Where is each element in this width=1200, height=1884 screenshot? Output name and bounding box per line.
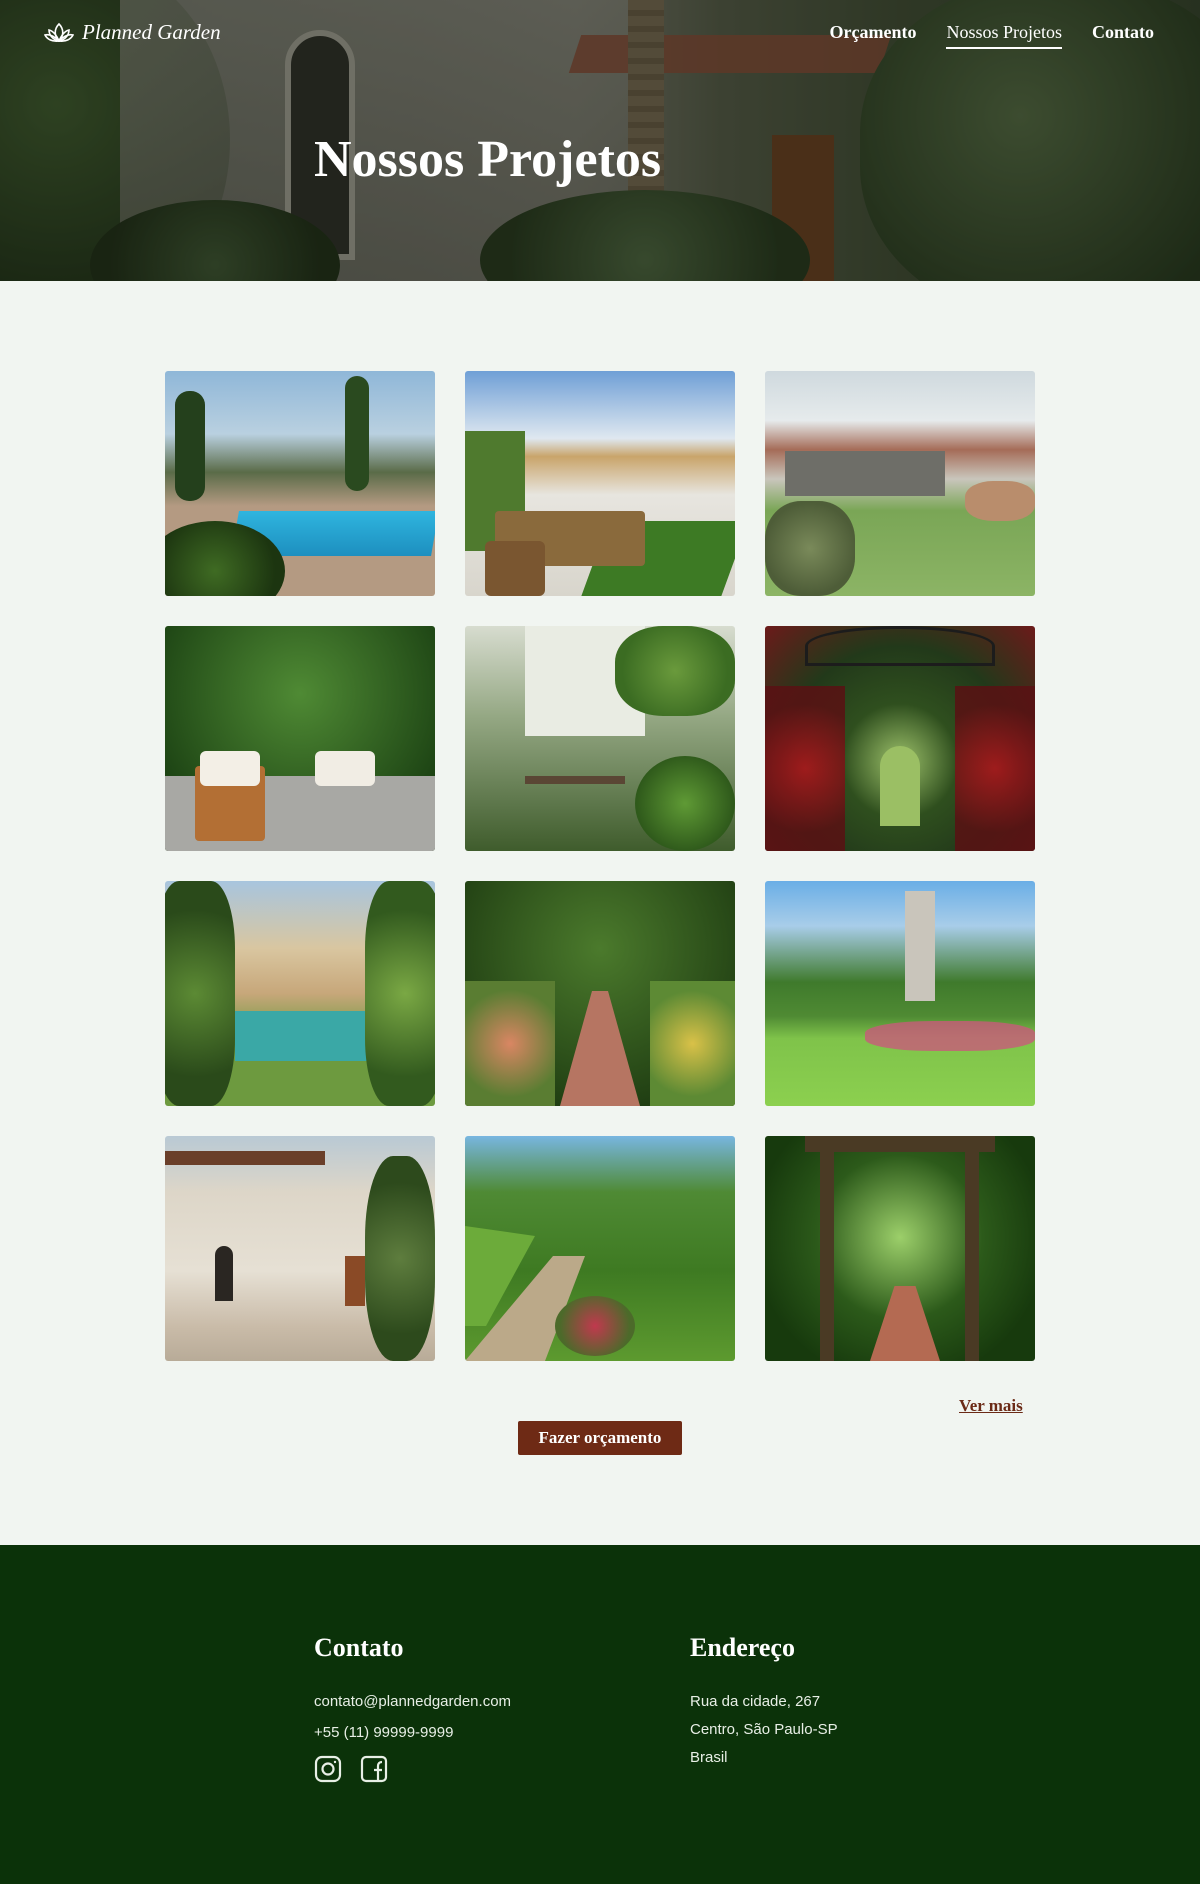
patio-dining-photo[interactable] (465, 371, 735, 596)
facebook-icon[interactable] (360, 1755, 388, 1788)
pergola-path-photo[interactable] (765, 1136, 1035, 1361)
see-more-link[interactable]: Ver mais (959, 1396, 1023, 1416)
lotus-icon (44, 22, 74, 42)
site-footer: Contato contato@plannedgarden.com +55 (1… (0, 1545, 1200, 1884)
footer-address-title: Endereço (690, 1633, 795, 1662)
footer-contact-title: Contato (314, 1633, 404, 1662)
gravel-path-photo[interactable] (465, 1136, 735, 1361)
address-line-3: Brasil (690, 1749, 728, 1766)
brand-name: Planned Garden (82, 20, 221, 44)
nav-link-contato[interactable]: Contato (1092, 22, 1154, 49)
contact-email[interactable]: contato@plannedgarden.com (314, 1693, 511, 1710)
tropical-lounge-photo[interactable] (165, 626, 435, 851)
request-quote-button[interactable]: Fazer orçamento (518, 1421, 682, 1455)
villa-pool-photo[interactable] (165, 881, 435, 1106)
main-nav: Orçamento Nossos Projetos Contato (830, 22, 1154, 49)
project-gallery (165, 371, 1035, 1361)
pool-garden-photo[interactable] (165, 371, 435, 596)
mediterranean-house-photo[interactable] (165, 1136, 435, 1361)
contact-phone[interactable]: +55 (11) 99999-9999 (314, 1724, 511, 1741)
address-line-1: Rua da cidade, 267 (690, 1693, 821, 1710)
nav-link-nossos-projetos[interactable]: Nossos Projetos (946, 22, 1062, 49)
nav-link-orcamento[interactable]: Orçamento (830, 22, 917, 49)
footer-contact: Contato contato@plannedgarden.com +55 (1… (314, 1633, 511, 1788)
park-lawn-photo[interactable] (765, 881, 1035, 1106)
address-line-2: Centro, São Paulo-SP (690, 1721, 838, 1738)
social-links (314, 1755, 511, 1788)
courtyard-cafe-photo[interactable] (465, 626, 735, 851)
footer-address: Endereço Rua da cidade, 267 Centro, São … (690, 1633, 838, 1780)
rose-arch-photo[interactable] (765, 626, 1035, 851)
desert-lawn-photo[interactable] (765, 371, 1035, 596)
brand-logo[interactable]: Planned Garden (44, 20, 221, 45)
page-title: Nossos Projetos (314, 131, 662, 188)
brick-path-photo[interactable] (465, 881, 735, 1106)
hero-banner: Planned Garden Orçamento Nossos Projetos… (0, 0, 1200, 281)
instagram-icon[interactable] (314, 1755, 342, 1788)
